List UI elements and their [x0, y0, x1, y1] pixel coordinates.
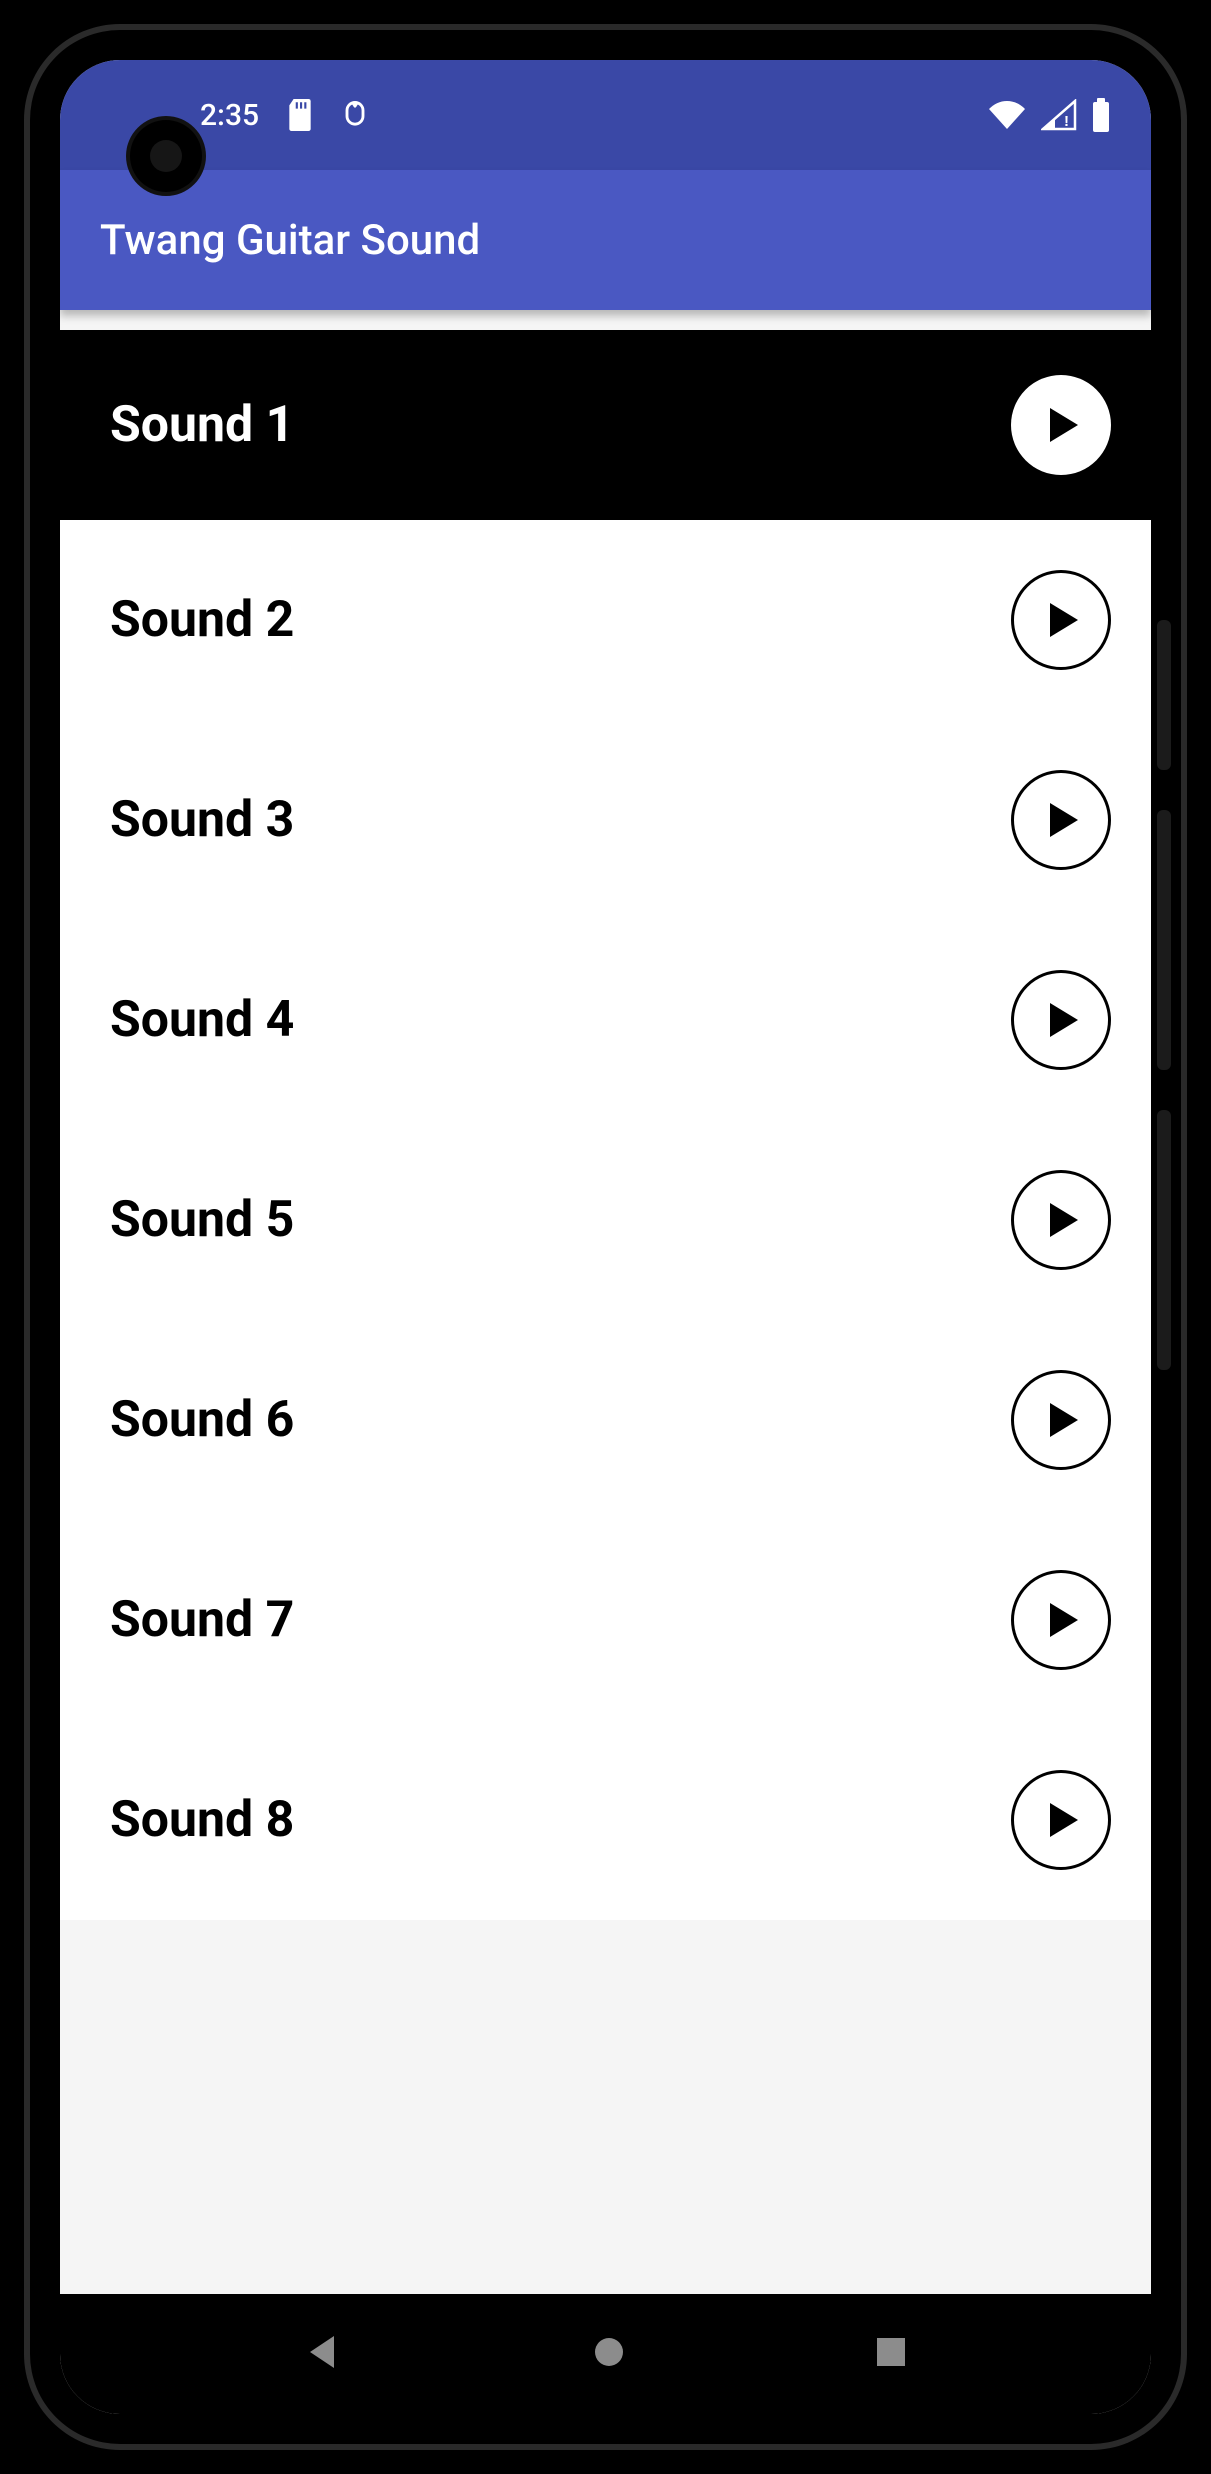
nav-home-button[interactable] [591, 2334, 627, 2374]
sound-label: Sound 2 [110, 591, 294, 649]
play-button[interactable] [1011, 1770, 1111, 1870]
status-bar-left: 2:35 [200, 98, 369, 133]
status-time: 2:35 [200, 98, 259, 133]
play-icon [1038, 797, 1084, 843]
app-bar: Twang Guitar Sound [60, 170, 1151, 310]
play-icon [1038, 1197, 1084, 1243]
battery-icon [1091, 98, 1111, 132]
sound-label: Sound 1 [110, 396, 294, 454]
sound-row[interactable]: Sound 2 [60, 520, 1151, 720]
sound-label: Sound 3 [110, 791, 294, 849]
phone-screen: 2:35 ! Twang [60, 60, 1151, 2414]
app-title: Twang Guitar Sound [100, 216, 480, 265]
status-bar: 2:35 ! [60, 60, 1151, 170]
sound-row[interactable]: Sound 5 [60, 1120, 1151, 1320]
sound-label: Sound 5 [110, 1191, 294, 1249]
signal-icon: ! [1041, 99, 1077, 131]
sound-label: Sound 7 [110, 1591, 294, 1649]
play-button[interactable] [1011, 970, 1111, 1070]
sync-icon [341, 99, 369, 131]
sound-row[interactable]: Sound 3 [60, 720, 1151, 920]
sound-row[interactable]: Sound 6 [60, 1320, 1151, 1520]
play-button[interactable] [1011, 770, 1111, 870]
sound-row[interactable]: Sound 8 [60, 1720, 1151, 1920]
sound-label: Sound 4 [110, 991, 294, 1049]
wifi-icon [987, 99, 1027, 131]
phone-side-button [1157, 1110, 1171, 1370]
sound-row[interactable]: Sound 4 [60, 920, 1151, 1120]
sound-row[interactable]: Sound 7 [60, 1520, 1151, 1720]
phone-side-button [1157, 620, 1171, 770]
content-area[interactable]: Sound 1 Sound 2 Sound 3 Sound 4 Sound 5 Sound… [60, 310, 1151, 2294]
svg-text:!: ! [1064, 113, 1069, 130]
play-icon [1038, 1797, 1084, 1843]
play-icon [1038, 597, 1084, 643]
front-camera [130, 120, 202, 192]
play-button[interactable] [1011, 1370, 1111, 1470]
play-icon [1038, 997, 1084, 1043]
play-icon [1038, 402, 1084, 448]
android-nav-bar [60, 2294, 1151, 2414]
sound-label: Sound 8 [110, 1791, 294, 1849]
play-icon [1038, 1597, 1084, 1643]
play-button[interactable] [1011, 570, 1111, 670]
play-button[interactable] [1011, 1570, 1111, 1670]
play-button[interactable] [1011, 375, 1111, 475]
status-bar-right: ! [987, 98, 1111, 132]
nav-recent-button[interactable] [875, 2336, 907, 2372]
sound-list: Sound 1 Sound 2 Sound 3 Sound 4 Sound 5 Sound… [60, 330, 1151, 1920]
phone-side-button [1157, 810, 1171, 1070]
phone-frame: 2:35 ! Twang [30, 30, 1181, 2444]
sound-row[interactable]: Sound 1 [60, 330, 1151, 520]
nav-back-button[interactable] [304, 2332, 344, 2376]
sd-card-icon [287, 99, 313, 131]
play-icon [1038, 1397, 1084, 1443]
sound-label: Sound 6 [110, 1391, 294, 1449]
play-button[interactable] [1011, 1170, 1111, 1270]
